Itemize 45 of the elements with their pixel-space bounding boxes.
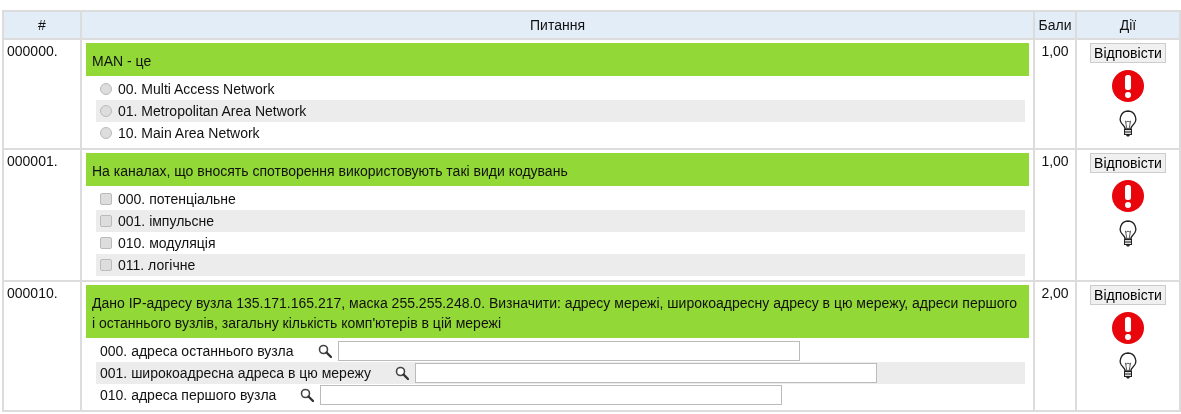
answer-button[interactable]: Відповісти (1090, 285, 1166, 305)
option-label: 001. імпульсне (118, 213, 215, 229)
column-header: Дії (1119, 17, 1137, 33)
exclamation-icon[interactable] (1111, 69, 1145, 103)
column-header: # (38, 17, 46, 33)
exclamation-icon[interactable] (1111, 179, 1145, 213)
column-header: Питання (530, 17, 585, 33)
search-icon (300, 388, 315, 402)
option-label: 011. логічне (118, 257, 196, 273)
option-label: 010. модуляція (118, 235, 216, 251)
points-value: 1,00 (1041, 43, 1069, 59)
option-label: 00. Multi Access Network (118, 81, 275, 97)
answer-button[interactable]: Відповісти (1090, 153, 1166, 173)
question-text: Дано IP-адресу вузла 135.171.165.217, маска 255.255.248.0. Визначити: адресу мережі, широкоадресну адресу в цю мережу, адреси першого і останнього вузлів, загальну кількість комп'ютерів в цій мережі (86, 285, 1029, 338)
question-text: На каналах, що вносять спотворення використовують такі види кодувань (86, 153, 1029, 186)
light-bulb-icon[interactable] (1117, 219, 1139, 247)
light-bulb-icon[interactable] (1117, 109, 1139, 137)
checkbox[interactable] (100, 193, 112, 205)
radio-button[interactable] (100, 105, 112, 117)
radio-button[interactable] (100, 83, 112, 95)
checkbox[interactable] (100, 215, 112, 227)
light-bulb-icon[interactable] (1117, 351, 1139, 379)
answer-field[interactable] (415, 363, 878, 383)
points-value: 2,00 (1041, 285, 1069, 301)
search-icon (317, 344, 332, 358)
answer-label: 001. широкоадресна адреса в цю мережу (100, 365, 372, 381)
radio-button[interactable] (100, 127, 112, 139)
answer-label: 010. адреса першого вузла (100, 387, 277, 403)
checkbox[interactable] (100, 237, 112, 249)
option-label: 01. Metropolitan Area Network (118, 103, 307, 119)
question-number: 000000. (7, 43, 58, 59)
checkbox[interactable] (100, 259, 112, 271)
exclamation-icon[interactable] (1111, 311, 1145, 345)
option-label: 10. Main Area Network (118, 125, 260, 141)
answer-field[interactable] (337, 341, 800, 361)
answer-label: 000. адреса останнього вузла (100, 343, 294, 359)
question-number: 000010. (7, 285, 58, 301)
question-text: MAN - це (86, 43, 1029, 76)
question-number: 000001. (7, 153, 58, 169)
option-label: 000. потенціальне (118, 191, 236, 207)
column-header: Бали (1038, 17, 1072, 33)
search-icon (395, 366, 410, 380)
points-value: 1,00 (1041, 153, 1069, 169)
answer-field[interactable] (320, 385, 783, 405)
answer-button[interactable]: Відповісти (1090, 43, 1166, 63)
